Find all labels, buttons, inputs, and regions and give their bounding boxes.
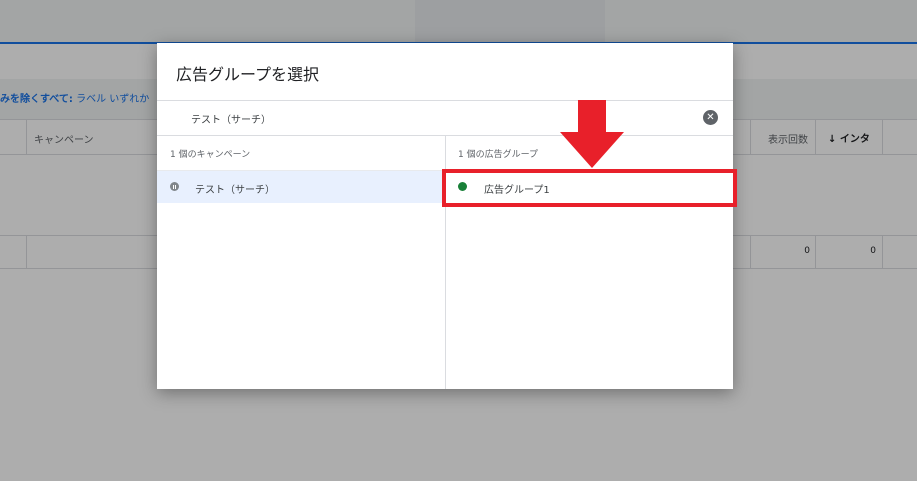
divider bbox=[157, 100, 733, 101]
paused-icon bbox=[170, 182, 179, 191]
dialog-title: 広告グループを選択 bbox=[176, 65, 320, 84]
highlight-box bbox=[442, 169, 737, 207]
down-arrow-icon bbox=[560, 100, 624, 168]
close-circle-icon[interactable]: ✕ bbox=[703, 110, 718, 125]
campaign-label: テスト（サーチ） bbox=[195, 185, 275, 196]
ad-group-count-header: 1 個の広告グループ bbox=[458, 150, 539, 160]
campaign-count-header: 1 個のキャンペーン bbox=[170, 150, 251, 160]
select-ad-group-dialog: 広告グループを選択 ✕ 1 個のキャンペーン 1 個の広告グループ テスト（サー… bbox=[157, 43, 733, 389]
campaign-list-item[interactable]: テスト（サーチ） bbox=[157, 171, 445, 203]
